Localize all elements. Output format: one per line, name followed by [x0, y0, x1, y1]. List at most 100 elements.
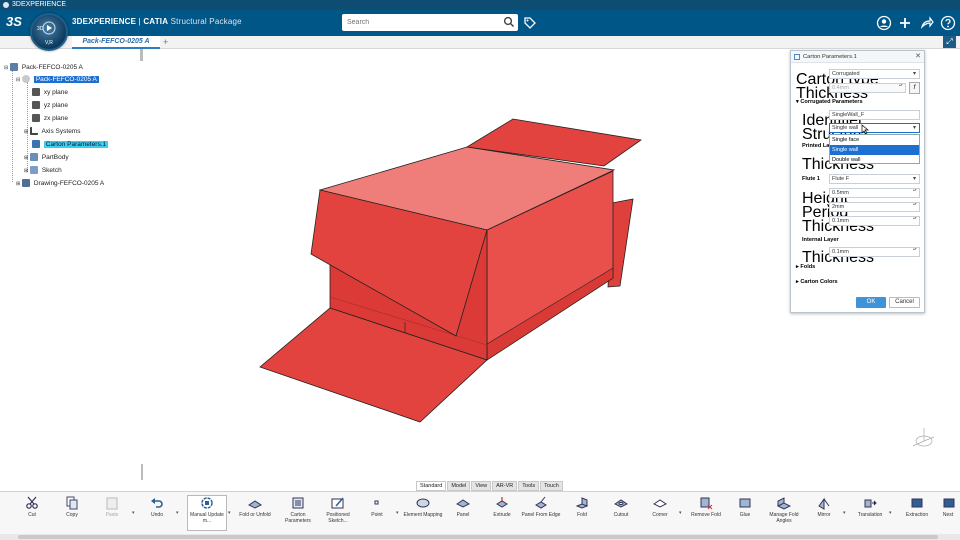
cut-button[interactable]: Cut: [12, 496, 52, 518]
search-icon[interactable]: [503, 16, 515, 28]
compass-icon[interactable]: 3D V,R: [30, 13, 68, 51]
toolbar-scrollbar-thumb[interactable]: [18, 535, 938, 539]
tool-label: Paste: [105, 512, 119, 518]
share-icon[interactable]: [919, 15, 935, 31]
tree-item-label: PartBody: [41, 154, 69, 161]
element-mapping-icon: [416, 498, 430, 508]
dialog-title-bar[interactable]: Carton Parameters.1 ✕: [791, 51, 924, 63]
tab-view[interactable]: View: [471, 481, 492, 491]
tree-item-partbody[interactable]: ⊞ PartBody: [24, 152, 69, 163]
undo-caret-icon[interactable]: ▾: [176, 510, 179, 516]
formula-icon[interactable]: f: [909, 82, 920, 94]
extraction-button[interactable]: Extraction: [897, 496, 937, 518]
period-field[interactable]: 2mm: [829, 202, 920, 212]
search-input[interactable]: [347, 14, 497, 31]
fold-button[interactable]: Fold: [562, 496, 602, 518]
tree-item-carton-parameters[interactable]: Carton Parameters.1: [32, 139, 109, 150]
tree-scrollbar[interactable]: [140, 49, 143, 61]
tab-model[interactable]: Model: [447, 481, 471, 491]
part-icon: [22, 75, 31, 84]
tree-item-label: yz plane: [43, 102, 69, 109]
panel-button[interactable]: Panel: [443, 496, 483, 518]
undo-button[interactable]: Undo: [137, 496, 177, 518]
positioned-sketch-button[interactable]: Positioned Sketch...: [318, 496, 358, 524]
translation-button[interactable]: Translation: [850, 496, 890, 518]
height-field[interactable]: 0.5mm: [829, 188, 920, 198]
search-box[interactable]: [342, 14, 518, 31]
paste-caret-icon[interactable]: ▾: [132, 510, 135, 516]
tree-item-sketch[interactable]: ⊞ Sketch: [24, 165, 62, 176]
folds-section-header[interactable]: ▸ Folds: [796, 264, 815, 270]
add-tab-button[interactable]: +: [163, 36, 168, 48]
tag-icon[interactable]: [522, 15, 538, 31]
identifier-field[interactable]: SingleWall_F: [829, 110, 920, 120]
panel-resize-handle[interactable]: [141, 464, 143, 480]
point-caret-icon[interactable]: ▾: [396, 510, 399, 516]
tab-touch[interactable]: Touch: [540, 481, 563, 491]
tool-label: Mirror: [817, 512, 831, 518]
tree-item-product[interactable]: ⊟ Pack-FEFCO-0205 A: [16, 74, 99, 85]
corner-caret-icon[interactable]: ▾: [679, 510, 682, 516]
tree-item-xy-plane[interactable]: xy plane: [32, 87, 68, 98]
element-mapping-button[interactable]: Element Mapping: [403, 496, 443, 518]
thickness-field[interactable]: 0.4mm: [829, 83, 906, 93]
user-profile-icon[interactable]: [876, 15, 892, 31]
carton-colors-section-header[interactable]: ▸ Carton Colors: [796, 279, 838, 285]
cancel-button[interactable]: Cancel: [889, 297, 920, 308]
translation-caret-icon[interactable]: ▾: [889, 510, 892, 516]
tool-label: Undo: [151, 512, 163, 518]
manual-update-button[interactable]: Manual Update m...: [187, 495, 227, 531]
tree-item-label: xy plane: [43, 89, 69, 96]
plus-icon[interactable]: [897, 15, 913, 31]
structure-option-single-wall[interactable]: Single wall: [830, 145, 919, 155]
extrude-icon: [496, 497, 508, 508]
manage-fold-angles-button[interactable]: Manage Fold Angles: [764, 496, 804, 524]
tree-item-drawing[interactable]: ⊞ Drawing-FEFCO-0205 A: [16, 178, 104, 189]
extrude-button[interactable]: Extrude: [482, 496, 522, 518]
help-icon[interactable]: [940, 15, 956, 31]
paste-button[interactable]: Paste: [92, 496, 132, 518]
copy-button[interactable]: Copy: [52, 496, 92, 518]
tab-standard[interactable]: Standard: [416, 481, 447, 491]
tree-item-yz-plane[interactable]: yz plane: [32, 100, 68, 111]
corrugated-section-header[interactable]: ▾ Corrugated Parameters: [796, 99, 863, 105]
flute-thickness-field[interactable]: 0.1mm: [829, 216, 920, 226]
tool-label: Fold: [577, 512, 587, 518]
glue-button[interactable]: Glue: [725, 496, 765, 518]
cutout-button[interactable]: Cutout: [601, 496, 641, 518]
carton-parameters-button[interactable]: Carton Parameters: [278, 496, 318, 524]
glue-icon: [739, 498, 751, 508]
ds-logo-icon[interactable]: 3S: [6, 14, 22, 29]
carton-type-select[interactable]: Corrugated: [829, 69, 920, 79]
axis-triad-icon[interactable]: [912, 428, 935, 447]
tree-root[interactable]: ⊟ Pack-FEFCO-0205 A: [4, 62, 83, 73]
fold-unfold-button[interactable]: Fold or Unfold: [235, 496, 275, 518]
tab-pack-fefco[interactable]: Pack-FEFCO-0205 A: [72, 36, 160, 49]
tree-product-label: Pack-FEFCO-0205 A: [33, 76, 99, 83]
structure-select[interactable]: Single wall: [829, 123, 920, 133]
folds-section-label: Folds: [800, 264, 816, 270]
tool-label: Copy: [66, 512, 78, 518]
remove-fold-button[interactable]: Remove Fold: [686, 496, 726, 518]
structure-option-double-wall[interactable]: Double wall: [830, 155, 919, 165]
internal-thickness-field[interactable]: 0.1mm: [829, 247, 920, 257]
tab-ar-vr[interactable]: AR-VR: [492, 481, 518, 491]
tab-tools[interactable]: Tools: [518, 481, 540, 491]
tree-item-zx-plane[interactable]: zx plane: [32, 113, 68, 124]
structure-option-single-face[interactable]: Single face: [830, 135, 919, 145]
panel-from-edge-button[interactable]: Panel From Edge: [521, 496, 561, 518]
paste-icon: [106, 497, 118, 510]
ok-button[interactable]: OK: [856, 297, 886, 308]
point-button[interactable]: Point: [357, 496, 397, 518]
expand-icon[interactable]: ⤢: [943, 36, 956, 48]
mirror-button[interactable]: Mirror: [804, 496, 844, 518]
update-caret-icon[interactable]: ▾: [228, 510, 231, 516]
corner-button[interactable]: Corner: [640, 496, 680, 518]
app-header: 3S 3DEXPERIENCE | CATIA Structural Packa…: [0, 10, 960, 36]
flute-select[interactable]: Flute F: [829, 174, 920, 184]
tool-label: Remove Fold: [691, 512, 721, 518]
close-icon[interactable]: ✕: [915, 51, 921, 63]
tree-item-axis-systems[interactable]: ⊞ Axis Systems: [24, 126, 80, 137]
nest-button[interactable]: Nest: [936, 496, 960, 518]
mirror-caret-icon[interactable]: ▾: [843, 510, 846, 516]
